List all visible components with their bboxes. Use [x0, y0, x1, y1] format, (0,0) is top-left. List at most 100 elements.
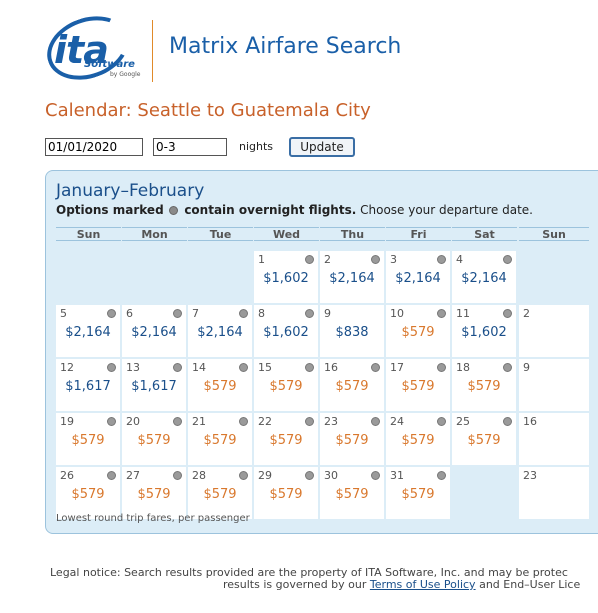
calendar-day-cell[interactable]: 16 $579 [320, 359, 384, 411]
next-month-day-cell[interactable]: 9 [519, 359, 589, 411]
day-number: 18 [456, 361, 470, 374]
ita-logo[interactable]: ita Software by Google [38, 5, 144, 91]
update-button[interactable]: Update [289, 137, 355, 157]
overnight-indicator-icon [107, 471, 116, 480]
fare-price-link[interactable]: $579 [320, 433, 384, 448]
day-number: 16 [324, 361, 338, 374]
fare-price-link[interactable]: $579 [122, 433, 186, 448]
fare-price-link[interactable]: $579 [188, 433, 252, 448]
fare-price-link[interactable]: $1,617 [122, 379, 186, 394]
fare-price-link[interactable]: $579 [320, 379, 384, 394]
calendar-day-cell[interactable]: 24 $579 [386, 413, 450, 465]
dow-header-3: Wed [254, 227, 319, 241]
calendar-day-cell[interactable]: 29 $579 [254, 467, 318, 519]
calendar-day-cell[interactable]: 25 $579 [452, 413, 516, 465]
day-number: 9 [523, 361, 530, 374]
day-number: 3 [390, 253, 397, 266]
day-number: 28 [192, 469, 206, 482]
calendar-day-cell[interactable]: 22 $579 [254, 413, 318, 465]
day-number: 2 [523, 307, 530, 320]
day-number: 30 [324, 469, 338, 482]
overnight-indicator-icon [503, 363, 512, 372]
fare-price-link[interactable]: $579 [386, 379, 450, 394]
fare-price-link[interactable]: $2,164 [452, 271, 516, 286]
calendar-day-cell[interactable]: 27 $579 [122, 467, 186, 519]
calendar-day-cell[interactable]: 18 $579 [452, 359, 516, 411]
day-number: 22 [258, 415, 272, 428]
fare-price-link[interactable]: $579 [188, 487, 252, 502]
overnight-indicator-icon [437, 363, 446, 372]
fare-price-link[interactable]: $579 [320, 487, 384, 502]
overnight-indicator-icon [305, 471, 314, 480]
fare-price-link[interactable]: $579 [254, 433, 318, 448]
calendar-day-cell[interactable]: 20 $579 [122, 413, 186, 465]
calendar-day-cell[interactable]: 7 $2,164 [188, 305, 252, 357]
calendar-footnote: Lowest round trip fares, per passenger [56, 513, 250, 524]
calendar-day-cell[interactable]: 2 $2,164 [320, 251, 384, 303]
fare-price-link[interactable]: $579 [254, 487, 318, 502]
fare-price-link[interactable]: $579 [188, 379, 252, 394]
fare-price-link[interactable]: $1,602 [254, 325, 318, 340]
dow-header-4: Thu [320, 227, 385, 241]
calendar-day-cell[interactable]: 28 $579 [188, 467, 252, 519]
fare-price-link[interactable]: $579 [452, 433, 516, 448]
fare-price-link[interactable]: $579 [254, 379, 318, 394]
calendar-day-cell[interactable]: 13 $1,617 [122, 359, 186, 411]
fare-price-link[interactable]: $579 [386, 487, 450, 502]
fare-price-link[interactable]: $1,617 [56, 379, 120, 394]
calendar-day-cell[interactable]: 15 $579 [254, 359, 318, 411]
next-month-day-cell[interactable]: 16 [519, 413, 589, 465]
nights-range-input[interactable] [153, 138, 227, 156]
fare-price-link[interactable]: $1,602 [452, 325, 516, 340]
fare-price-link[interactable]: $2,164 [320, 271, 384, 286]
calendar-day-cell[interactable]: 10 $579 [386, 305, 450, 357]
calendar-day-cell[interactable]: 12 $1,617 [56, 359, 120, 411]
fare-price-link[interactable]: $2,164 [56, 325, 120, 340]
header-divider [152, 20, 153, 82]
fare-price-link[interactable]: $579 [386, 433, 450, 448]
calendar-day-cell[interactable]: 26 $579 [56, 467, 120, 519]
overnight-indicator-icon [371, 471, 380, 480]
calendar-day-cell[interactable]: 23 $579 [320, 413, 384, 465]
calendar-day-cell[interactable]: 17 $579 [386, 359, 450, 411]
departure-date-input[interactable] [45, 138, 143, 156]
fare-price-link[interactable]: $838 [320, 325, 384, 340]
logo-by-google: by Google [110, 71, 141, 78]
fare-price-link[interactable]: $579 [122, 487, 186, 502]
overnight-indicator-icon [107, 363, 116, 372]
calendar-day-cell[interactable]: 14 $579 [188, 359, 252, 411]
next-month-day-cell[interactable]: 23 [519, 467, 589, 519]
fare-price-link[interactable]: $1,602 [254, 271, 318, 286]
day-number: 11 [456, 307, 470, 320]
calendar-day-cell[interactable]: 3 $2,164 [386, 251, 450, 303]
fare-price-link[interactable]: $579 [56, 487, 120, 502]
calendar-day-cell[interactable]: 30 $579 [320, 467, 384, 519]
terms-of-use-link[interactable]: Terms of Use Policy [370, 578, 476, 591]
calendar-day-cell[interactable]: 1 $1,602 [254, 251, 318, 303]
overnight-indicator-icon [437, 309, 446, 318]
fare-price-link[interactable]: $579 [56, 433, 120, 448]
fare-price-link[interactable]: $579 [452, 379, 516, 394]
calendar-day-cell[interactable]: 11 $1,602 [452, 305, 516, 357]
calendar-day-cell[interactable]: 8 $1,602 [254, 305, 318, 357]
day-number: 31 [390, 469, 404, 482]
fare-price-link[interactable]: $2,164 [188, 325, 252, 340]
fare-price-link[interactable]: $2,164 [386, 271, 450, 286]
calendar-day-cell[interactable]: 4 $2,164 [452, 251, 516, 303]
overnight-indicator-icon [371, 363, 380, 372]
overnight-indicator-icon [173, 471, 182, 480]
overnight-indicator-icon [503, 417, 512, 426]
calendar-day-cell[interactable]: 19 $579 [56, 413, 120, 465]
instructions-bold-2: contain overnight flights. [184, 203, 357, 217]
calendar-day-cell[interactable]: 31 $579 [386, 467, 450, 519]
fare-price-link[interactable]: $579 [386, 325, 450, 340]
calendar-day-cell[interactable]: 9 $838 [320, 305, 384, 357]
calendar-day-cell[interactable]: 6 $2,164 [122, 305, 186, 357]
overnight-indicator-icon [437, 471, 446, 480]
fare-price-link[interactable]: $2,164 [122, 325, 186, 340]
overnight-indicator-icon [107, 417, 116, 426]
day-number: 2 [324, 253, 331, 266]
next-month-day-cell[interactable]: 2 [519, 305, 589, 357]
calendar-day-cell[interactable]: 21 $579 [188, 413, 252, 465]
calendar-day-cell[interactable]: 5 $2,164 [56, 305, 120, 357]
